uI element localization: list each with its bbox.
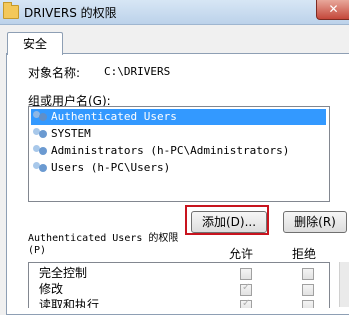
groups-listbox[interactable]: Authenticated Users SYSTEM Administrator… <box>28 106 330 202</box>
permission-name: 修改 <box>39 282 64 296</box>
list-item-label: Users (h-PC\Users) <box>51 161 171 174</box>
permissions-title-text: Authenticated Users 的权限 (P) <box>28 233 179 256</box>
allow-checkbox[interactable] <box>240 282 252 296</box>
list-item-label: SYSTEM <box>51 127 91 140</box>
window-title: DRIVERS 的权限 <box>24 6 117 20</box>
permissions-title: Authenticated Users 的权限 (P) <box>28 233 228 257</box>
tab-security[interactable]: 安全 <box>7 32 63 55</box>
deny-column-header: 拒绝 <box>292 247 317 261</box>
list-item-label: Authenticated Users <box>51 110 177 123</box>
permissions-scrollbar[interactable] <box>339 262 349 307</box>
title-bar: DRIVERS 的权限 ✕ <box>0 0 349 25</box>
permission-row: 修改 <box>29 281 329 297</box>
users-icon <box>33 128 49 140</box>
users-icon <box>33 145 49 157</box>
permission-name: 读取和执行 <box>39 298 100 308</box>
permissions-table: 完全控制 修改 读取和执行 <box>28 262 330 308</box>
list-item-authenticated-users[interactable]: Authenticated Users <box>31 109 326 125</box>
allow-checkbox[interactable] <box>240 268 252 280</box>
allow-column-header: 允许 <box>229 247 254 261</box>
list-item-administrators[interactable]: Administrators (h-PC\Administrators) <box>31 143 326 159</box>
folder-icon <box>3 2 19 19</box>
remove-button[interactable]: 删除(R) <box>283 211 347 233</box>
deny-checkbox[interactable] <box>302 268 314 280</box>
list-item-system[interactable]: SYSTEM <box>31 126 326 142</box>
users-icon <box>33 111 49 123</box>
users-icon <box>33 162 49 174</box>
object-name-label: 对象名称: <box>28 66 81 80</box>
list-item-users[interactable]: Users (h-PC\Users) <box>31 160 326 176</box>
permission-name: 完全控制 <box>39 266 88 280</box>
permission-row: 完全控制 <box>29 265 329 281</box>
list-item-label: Administrators (h-PC\Administrators) <box>51 144 290 157</box>
permission-row: 读取和执行 <box>29 297 329 308</box>
tab-strip: 安全 <box>0 24 349 55</box>
object-name-value: C:\DRIVERS <box>104 65 171 78</box>
deny-checkbox[interactable] <box>302 284 314 296</box>
close-button[interactable]: ✕ <box>316 0 349 20</box>
add-button[interactable]: 添加(D)... <box>191 211 267 233</box>
